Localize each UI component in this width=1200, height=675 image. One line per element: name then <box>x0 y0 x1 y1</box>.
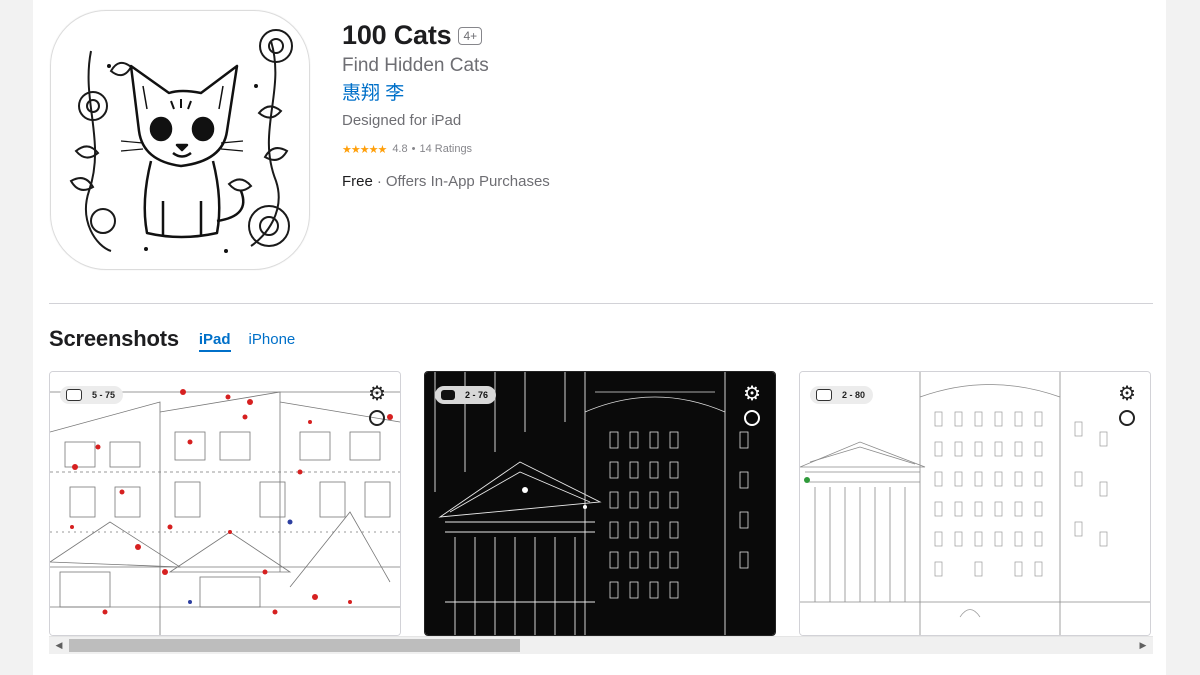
zoom-icon <box>744 410 760 426</box>
app-info: 100 Cats 4+ Find Hidden Cats 惠翔 李 Design… <box>342 18 550 192</box>
price-row: Free · Offers In-App Purchases <box>342 172 550 192</box>
developer-link[interactable]: 惠翔 李 <box>342 80 550 108</box>
scroll-left-arrow-icon[interactable]: ◀ <box>53 640 65 651</box>
rating-value: 4.8 <box>392 143 408 155</box>
rating-count: 14 Ratings <box>419 143 473 155</box>
zoom-icon <box>369 410 385 426</box>
in-app-purchases: Offers In-App Purchases <box>385 173 550 190</box>
price-separator: · <box>376 173 382 190</box>
screenshot-1[interactable]: 5 - 75 ⚙ <box>49 371 401 636</box>
app-title: 100 Cats <box>342 19 452 50</box>
progress-counter: 5 - 75 <box>60 386 124 404</box>
rating-dot: • <box>411 143 416 155</box>
tab-ipad[interactable]: iPad <box>198 331 231 352</box>
gear-icon: ⚙ <box>1118 383 1136 405</box>
cat-icon <box>816 389 832 401</box>
scroll-right-arrow-icon[interactable]: ▶ <box>1137 640 1149 651</box>
progress-counter: 2 - 80 <box>810 386 874 404</box>
progress-counter: 2 - 76 <box>435 386 497 404</box>
designed-for-label: Designed for iPad <box>342 112 462 129</box>
screenshot-gallery[interactable]: 5 - 75 ⚙ 2 - 76 ⚙ 2 - 80 ⚙ <box>49 371 1153 636</box>
title-row: 100 Cats 4+ <box>342 18 550 52</box>
rating-row: ★★★★★ 4.8 • 14 Ratings <box>342 140 550 158</box>
gear-icon: ⚙ <box>368 383 386 405</box>
screenshot-3[interactable]: 2 - 80 ⚙ <box>799 371 1151 636</box>
screenshot-2[interactable]: 2 - 76 ⚙ <box>424 371 776 636</box>
gallery-scrollbar[interactable]: ◀ ▶ <box>49 636 1153 654</box>
app-subtitle: Find Hidden Cats <box>342 55 489 76</box>
app-icon <box>50 10 310 270</box>
screenshot-1-image <box>50 372 400 635</box>
app-store-page: 100 Cats 4+ Find Hidden Cats 惠翔 李 Design… <box>33 0 1166 675</box>
gear-icon: ⚙ <box>743 383 761 405</box>
star-rating-icon: ★★★★★ <box>342 143 387 156</box>
zoom-icon <box>1119 410 1135 426</box>
cat-icon <box>441 390 455 400</box>
section-divider <box>49 303 1153 304</box>
scrollbar-thumb[interactable] <box>69 639 520 652</box>
progress-counter-text: 2 - 76 <box>465 390 489 400</box>
device-tabs: iPad iPhone <box>198 331 313 352</box>
progress-counter-text: 2 - 80 <box>842 390 866 400</box>
cat-icon <box>66 389 82 401</box>
screenshots-header: Screenshots iPad iPhone <box>49 326 313 352</box>
tab-iphone[interactable]: iPhone <box>249 331 296 352</box>
screenshot-2-image <box>425 372 775 635</box>
age-rating-badge: 4+ <box>458 27 483 45</box>
price: Free <box>342 173 373 190</box>
screenshots-title: Screenshots <box>49 326 179 351</box>
progress-counter-text: 5 - 75 <box>92 390 116 400</box>
cat-illustration-icon <box>69 29 293 253</box>
screenshot-3-image <box>800 372 1150 635</box>
